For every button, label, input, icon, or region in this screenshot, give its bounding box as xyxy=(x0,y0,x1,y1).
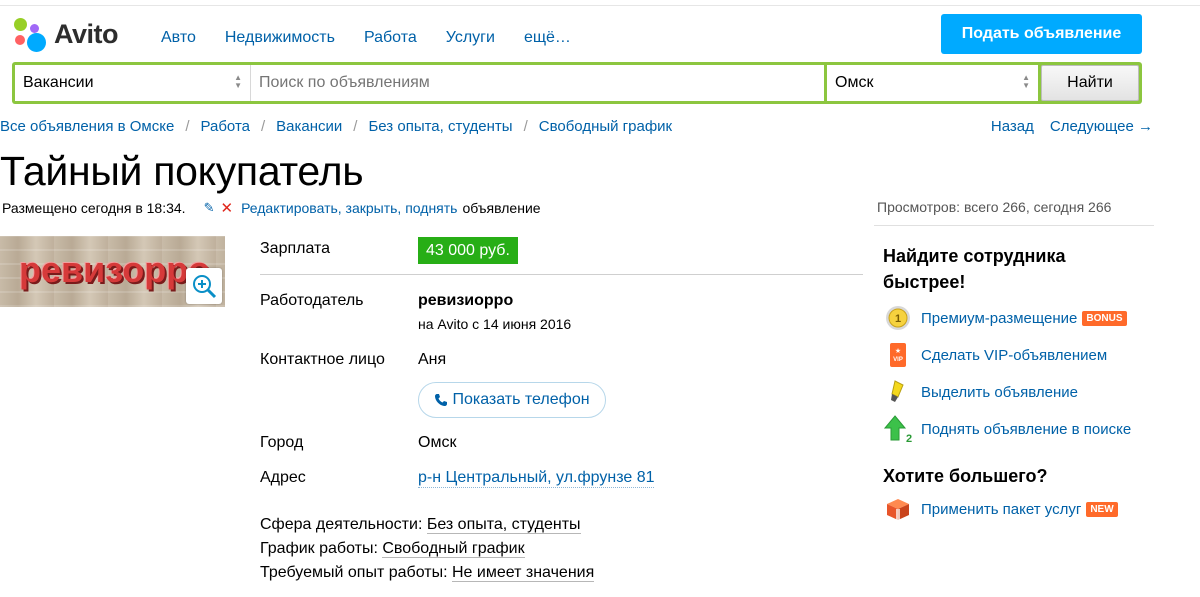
sidebar-item-package[interactable]: Применить пакет услуг NEW xyxy=(883,494,1118,524)
find-button[interactable]: Найти xyxy=(1041,65,1139,101)
show-phone-button[interactable]: Показать телефон xyxy=(418,382,606,418)
sidebar-item-label[interactable]: Сделать VIP-объявлением xyxy=(921,347,1107,364)
property-label: График работы: xyxy=(260,540,378,557)
logo-text: Avito xyxy=(54,18,119,49)
sidebar-heading: Найдите сотрудника быстрее! xyxy=(883,246,1066,292)
sidebar-item-vip[interactable]: ★ VIP Сделать VIP-объявлением xyxy=(883,340,1107,370)
breadcrumb: Все объявления в Омске / Работа / Ваканс… xyxy=(0,118,673,135)
property-label: Сфера деятельности: xyxy=(260,516,423,533)
package-box-icon xyxy=(883,494,913,524)
ad-meta: Размещено сегодня в 18:34. ✎ ✕ Редактиро… xyxy=(2,199,541,217)
property-value[interactable]: Без опыта, студенты xyxy=(426,516,581,534)
salary-label: Зарплата xyxy=(260,240,331,257)
posted-date: Размещено сегодня в 18:34. xyxy=(2,200,186,216)
sidebar-item-label[interactable]: Премиум-размещение xyxy=(921,310,1077,327)
phone-icon xyxy=(435,394,448,406)
pager-next-link[interactable]: Следующее → xyxy=(1050,118,1153,135)
property-row: Сфера деятельности: Без опыта, студенты xyxy=(260,516,581,534)
breadcrumb-item[interactable]: Все объявления в Омске xyxy=(0,118,174,135)
breadcrumb-item[interactable]: Работа xyxy=(200,118,250,135)
city-label: Город xyxy=(260,434,304,451)
svg-text:2: 2 xyxy=(906,433,912,444)
property-value[interactable]: Свободный график xyxy=(382,540,525,558)
breadcrumb-item[interactable]: Без опыта, студенты xyxy=(368,118,512,135)
svg-text:VIP: VIP xyxy=(893,357,903,363)
breadcrumb-item[interactable]: Свободный график xyxy=(539,118,672,135)
search-bar: Вакансии ▲▼ Омск ▲▼ Найти xyxy=(12,62,1142,104)
pencil-icon[interactable]: ✎ xyxy=(204,200,215,216)
premium-coin-icon: 1 xyxy=(883,303,913,333)
address-label: Адрес xyxy=(260,469,306,486)
category-select[interactable]: Вакансии ▲ ▼ xyxy=(15,65,250,101)
vip-icon: ★ VIP xyxy=(883,340,913,370)
sidebar-heading-more: Хотите большего? xyxy=(883,466,1048,486)
sidebar-item-premium[interactable]: 1 Премиум-размещение BONUS xyxy=(883,303,1127,333)
city-select[interactable]: Омск ▲ ▼ xyxy=(827,65,1038,101)
select-arrows-icon: ▲ ▼ xyxy=(234,73,242,90)
property-value[interactable]: Не имеет значения xyxy=(451,564,595,582)
property-row: График работы: Свободный график xyxy=(260,540,525,558)
bonus-badge: BONUS xyxy=(1082,310,1127,326)
top-border xyxy=(0,5,1200,6)
zoom-in-icon[interactable] xyxy=(186,268,222,304)
sidebar-item-raise[interactable]: 2 Поднять объявление в поиске xyxy=(883,414,1131,444)
nav-item-more[interactable]: ещё… xyxy=(524,29,571,47)
category-select-value: Вакансии xyxy=(23,74,94,91)
city-select-value: Омск xyxy=(835,74,874,91)
city-value: Омск xyxy=(418,434,457,451)
photo-text: ревизорро xyxy=(19,249,211,290)
address-link[interactable]: р-н Центральный, ул.фрунзе 81 xyxy=(418,469,655,488)
nav-item-realty[interactable]: Недвижимость xyxy=(225,29,335,47)
post-ad-button[interactable]: Подать объявление xyxy=(941,14,1142,54)
ad-pager: Назад Следующее → xyxy=(991,118,1153,135)
contact-label: Контактное лицо xyxy=(260,351,385,368)
divider xyxy=(874,225,1154,226)
views-counter: Просмотров: всего 266, сегодня 266 xyxy=(877,199,1112,215)
pager-back-link[interactable]: Назад xyxy=(991,118,1034,135)
nav-item-auto[interactable]: Авто xyxy=(161,29,196,47)
top-nav: Авто Недвижимость Работа Услуги ещё… xyxy=(161,29,571,47)
sidebar-item-label[interactable]: Выделить объявление xyxy=(921,384,1078,401)
employer-label: Работодатель xyxy=(260,292,364,309)
select-arrows-icon: ▲ ▼ xyxy=(1022,73,1030,90)
edit-ad-link[interactable]: Редактировать, закрыть, поднять xyxy=(241,200,457,216)
svg-text:★: ★ xyxy=(895,347,901,355)
property-label: Требуемый опыт работы: xyxy=(260,564,448,581)
employer-name: ревизиорро xyxy=(418,292,514,309)
avito-logo[interactable]: Avito xyxy=(12,16,119,52)
sidebar-item-highlight[interactable]: Выделить объявление xyxy=(883,377,1078,407)
logo-dots-icon xyxy=(12,16,48,52)
close-icon[interactable]: ✕ xyxy=(220,199,233,217)
page-title: Тайный покупатель xyxy=(0,148,364,194)
sidebar-item-label[interactable]: Поднять объявление в поиске xyxy=(921,421,1131,438)
salary-value: 43 000 руб. xyxy=(418,237,518,264)
divider xyxy=(260,274,863,275)
nav-item-services[interactable]: Услуги xyxy=(446,29,495,47)
svg-text:1: 1 xyxy=(895,313,901,325)
show-phone-label: Показать телефон xyxy=(452,391,590,408)
arrow-up-icon: 2 xyxy=(883,414,913,444)
nav-item-jobs[interactable]: Работа xyxy=(364,29,417,47)
contact-value: Аня xyxy=(418,351,447,368)
search-input[interactable] xyxy=(250,65,824,101)
property-row: Требуемый опыт работы: Не имеет значения xyxy=(260,564,595,582)
breadcrumb-item[interactable]: Вакансии xyxy=(276,118,342,135)
highlighter-icon xyxy=(883,377,913,407)
sidebar-item-label[interactable]: Применить пакет услуг xyxy=(921,501,1081,518)
employer-since: на Avito с 14 июня 2016 xyxy=(418,316,572,332)
edit-suffix: объявление xyxy=(462,200,541,216)
new-badge: NEW xyxy=(1086,501,1118,517)
